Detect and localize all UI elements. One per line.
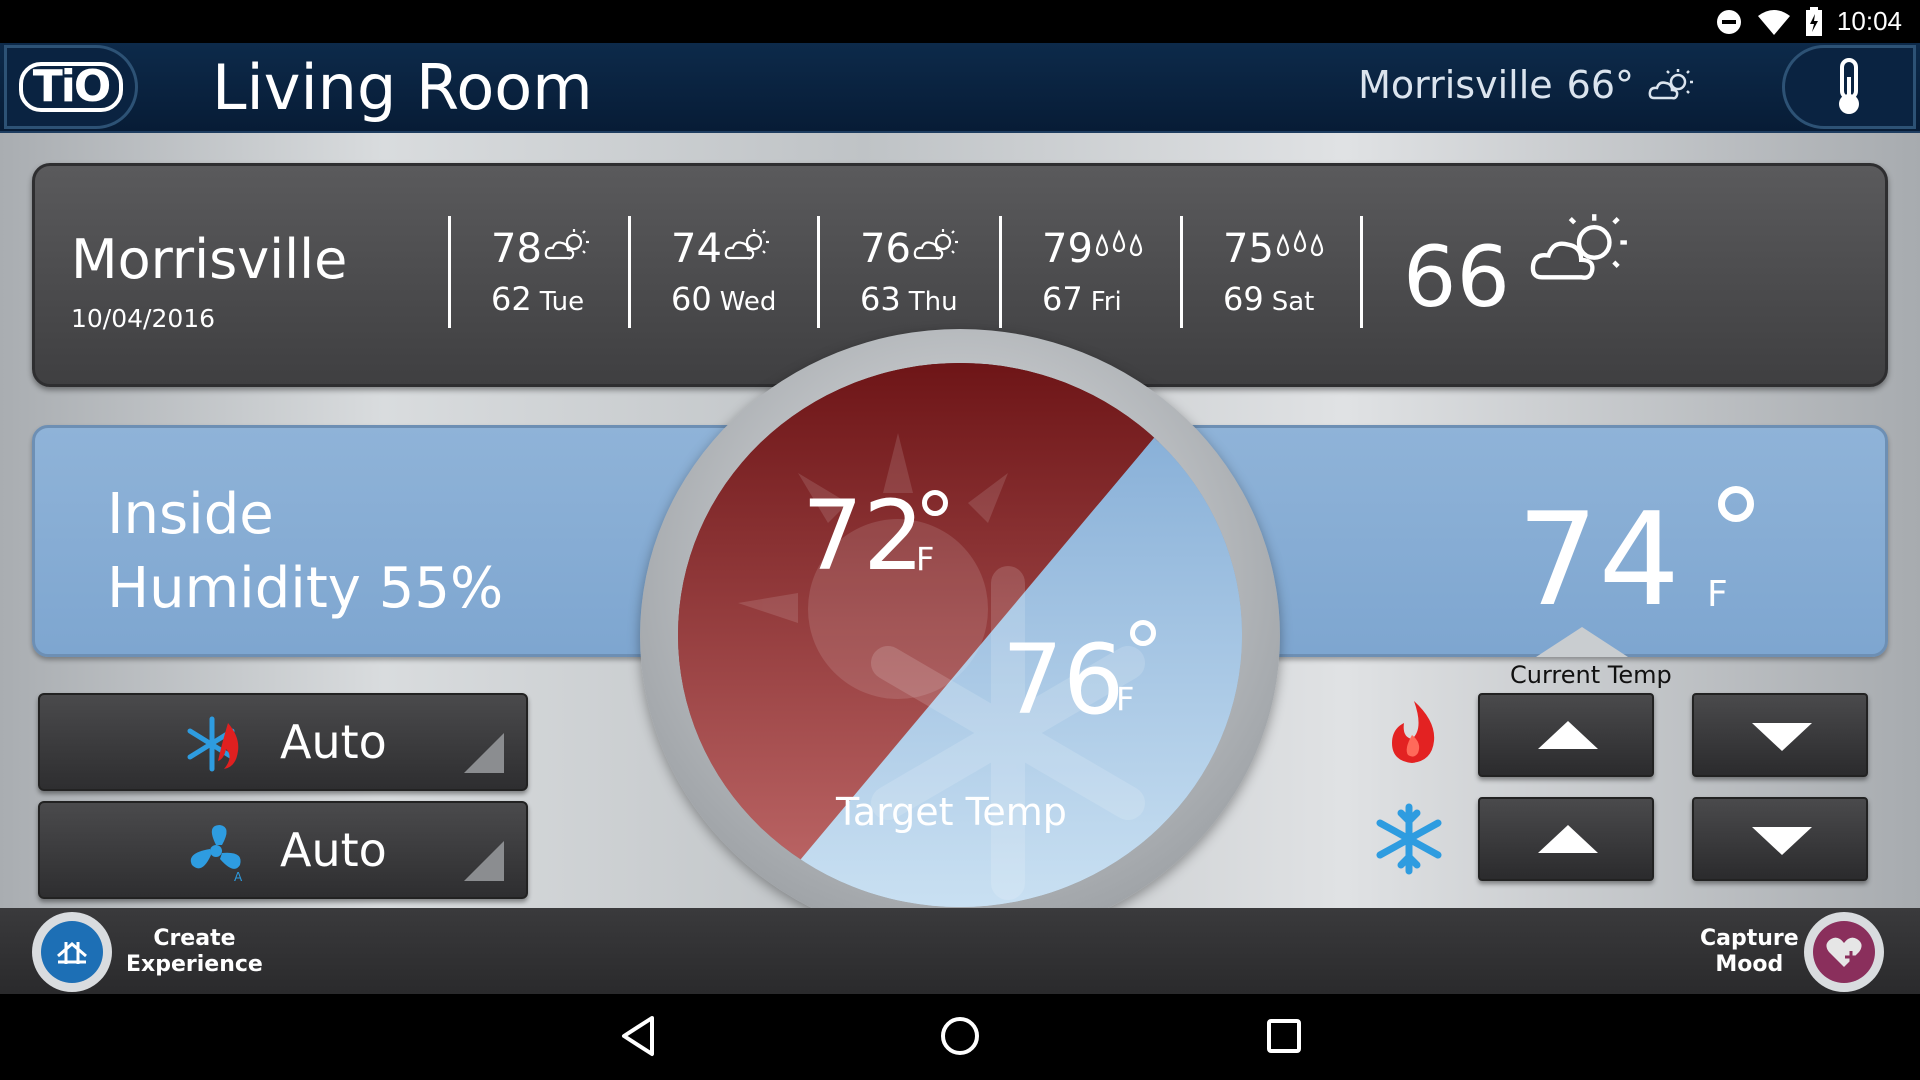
forecast-day: 76 63 Thu — [817, 216, 997, 328]
create-experience-icon — [57, 942, 87, 964]
capture-mood-label[interactable]: Capture Mood — [1700, 926, 1799, 978]
home-icon[interactable] — [938, 1014, 982, 1058]
forecast-low: 67 Fri — [1042, 280, 1122, 318]
target-heat-degree — [922, 490, 948, 516]
forecast-high: 74 — [671, 226, 722, 272]
humidity-label-line2: Humidity 55% — [107, 556, 504, 621]
target-temp-dial — [640, 329, 1280, 943]
forecast-day: 75 69 Sat — [1180, 216, 1360, 328]
logo-button[interactable]: TiO — [4, 45, 138, 129]
room-title: Living Room — [212, 51, 593, 124]
down-arrow-icon — [1752, 723, 1812, 751]
header-weather: Morrisville 66° — [1358, 63, 1694, 107]
partly-sunny-icon — [913, 229, 958, 260]
fan-mode-dropdown[interactable]: A Auto — [38, 801, 528, 899]
system-mode-dropdown[interactable]: Auto — [38, 693, 528, 791]
target-cool-value: 76 — [1002, 624, 1125, 736]
create-experience-label[interactable]: Create Experience — [126, 926, 263, 978]
partly-sunny-icon — [544, 229, 589, 260]
forecast-high: 76 — [860, 226, 911, 272]
forecast-high: 75 — [1223, 226, 1274, 272]
forecast-high: 79 — [1042, 226, 1093, 272]
forecast-low: 60 Wed — [671, 280, 777, 318]
humidity-label-line1: Inside — [107, 482, 274, 547]
forecast-divider — [1360, 216, 1363, 328]
up-arrow-icon — [1538, 825, 1598, 853]
tio-logo: TiO — [18, 62, 124, 112]
up-arrow-icon — [1538, 721, 1598, 749]
svg-text:A: A — [234, 870, 243, 883]
do-not-disturb-icon — [1716, 9, 1741, 34]
recents-icon[interactable] — [1264, 1014, 1304, 1058]
current-temp-unit: F — [1707, 574, 1728, 615]
target-heat-unit: F — [916, 540, 935, 578]
forecast-city: Morrisville — [71, 228, 348, 291]
fan-icon: A — [190, 825, 243, 883]
target-cool-degree — [1130, 620, 1156, 646]
footer-bar: Create Experience Capture Mood — [0, 908, 1920, 994]
thermostat-button[interactable] — [1782, 45, 1916, 129]
dropdown-corner-icon — [464, 841, 504, 881]
thermometer-icon — [1839, 58, 1859, 114]
target-cool-unit: F — [1116, 680, 1135, 718]
dropdown-corner-icon — [464, 733, 504, 773]
main-panel: Morrisville 10/04/2016 78 62 Tue 74 60 W… — [0, 133, 1920, 943]
battery-charging-icon — [1805, 6, 1822, 36]
forecast-day: 79 67 Fri — [999, 216, 1179, 328]
capture-mood-button[interactable] — [1804, 912, 1884, 992]
current-temp-label: Current Temp — [1510, 661, 1672, 689]
current-temp-pointer — [1536, 627, 1628, 657]
current-temp-value: 74 — [1517, 486, 1680, 635]
status-time: 10:04 — [1836, 6, 1902, 36]
android-nav-bar — [0, 994, 1920, 1080]
forecast-high: 78 — [491, 226, 542, 272]
header-weather-temp: 66° — [1566, 63, 1634, 107]
forecast-day-name: Thu — [908, 287, 958, 317]
status-bar: 10:04 — [0, 0, 1920, 43]
heat-decrease-button[interactable] — [1692, 693, 1868, 777]
header-weather-city: Morrisville — [1358, 63, 1553, 107]
system-mode-label: Auto — [280, 715, 387, 769]
back-icon[interactable] — [618, 1014, 658, 1058]
snowflake-icon — [1376, 803, 1442, 875]
cool-increase-button[interactable] — [1478, 797, 1654, 881]
forecast-current-temp: 66 — [1403, 228, 1510, 326]
forecast-day-name: Tue — [539, 287, 585, 317]
forecast-low: 62 Tue — [491, 280, 585, 318]
wifi-icon — [1757, 9, 1790, 35]
target-heat-value: 72 — [802, 480, 925, 592]
heat-cool-mode-icon — [187, 716, 239, 772]
forecast-date: 10/04/2016 — [71, 304, 216, 333]
forecast-day-name: Wed — [719, 287, 777, 317]
app-header: TiO Living Room Morrisville 66° — [0, 43, 1920, 133]
rain-drops-icon — [1095, 229, 1143, 257]
forecast-day-name: Fri — [1090, 287, 1122, 317]
heart-plus-icon — [1826, 937, 1862, 967]
flame-icon — [1392, 701, 1435, 763]
forecast-day: 74 60 Wed — [628, 216, 808, 328]
forecast-low: 63 Thu — [860, 280, 958, 318]
forecast-day: 78 62 Tue — [448, 216, 628, 328]
cool-decrease-button[interactable] — [1692, 797, 1868, 881]
heat-increase-button[interactable] — [1478, 693, 1654, 777]
partly-sunny-icon — [724, 229, 769, 260]
partly-sunny-icon — [1648, 69, 1693, 100]
rain-drops-icon — [1276, 229, 1324, 257]
target-temp-label: Target Temp — [836, 790, 1067, 834]
down-arrow-icon — [1752, 827, 1812, 855]
fan-mode-label: Auto — [280, 823, 387, 877]
forecast-day-name: Sat — [1271, 287, 1315, 317]
current-temp-degree — [1718, 486, 1754, 522]
create-experience-button[interactable] — [32, 912, 112, 992]
partly-sunny-icon — [1530, 214, 1627, 280]
forecast-low: 69 Sat — [1223, 280, 1315, 318]
